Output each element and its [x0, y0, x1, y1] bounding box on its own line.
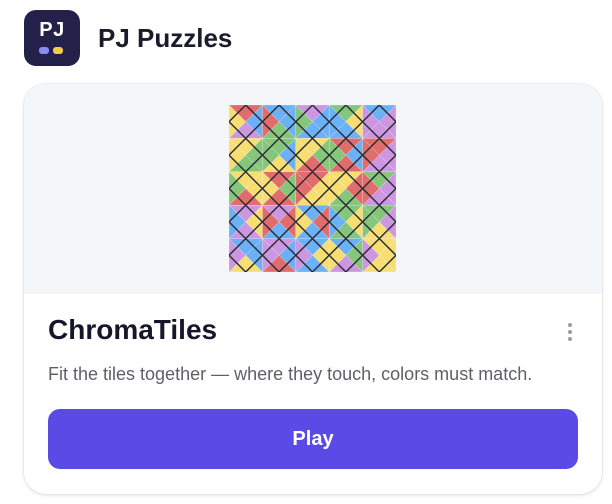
more-dot	[568, 337, 572, 341]
puzzle-preview-image	[229, 105, 396, 272]
logo-dot-yellow	[53, 47, 63, 54]
game-preview	[24, 84, 602, 294]
app-title: PJ Puzzles	[98, 22, 233, 53]
more-options-icon[interactable]	[560, 320, 580, 344]
logo-text: PJ	[39, 19, 65, 41]
app-logo: PJ	[24, 10, 80, 66]
page: PJ PJ Puzzles ChromaTiles Fit the tiles …	[0, 0, 612, 504]
more-dot	[568, 330, 572, 334]
game-title: ChromaTiles	[48, 314, 218, 345]
play-button[interactable]: Play	[48, 409, 578, 469]
game-card[interactable]: ChromaTiles Fit the tiles together — whe…	[24, 84, 602, 494]
game-description: Fit the tiles together — where they touc…	[48, 364, 533, 384]
more-dot	[568, 323, 572, 327]
app-header: PJ PJ Puzzles	[24, 10, 232, 66]
logo-dot-purple	[39, 47, 49, 54]
